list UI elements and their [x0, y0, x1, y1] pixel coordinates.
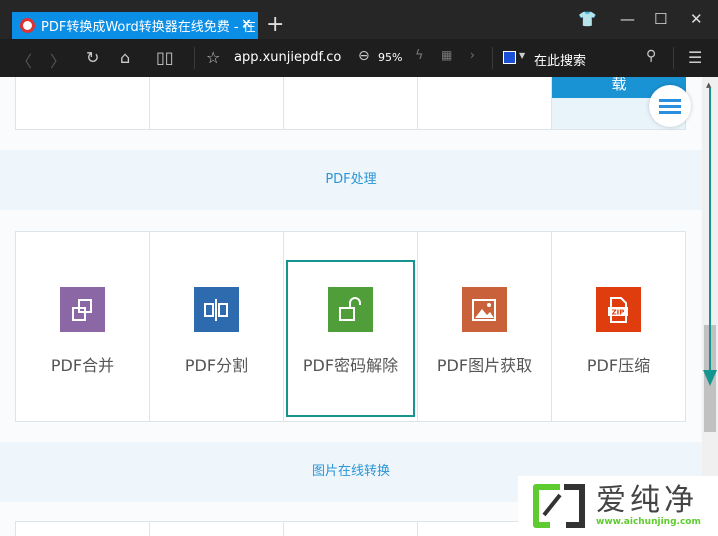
- tool-pdf-split[interactable]: PDF分割: [150, 232, 284, 421]
- tool-cell[interactable]: [16, 522, 150, 536]
- nav-toolbar: 〈 〉 ↻ ⌂ ▯▯ ☆ app.xunjiepdf.co ⊖ 95% ϟ ▦ …: [0, 39, 718, 77]
- section-title-pdf: PDF处理: [0, 150, 702, 210]
- back-icon[interactable]: 〈: [16, 48, 32, 72]
- zoom-icon[interactable]: ⊖: [358, 48, 370, 64]
- tool-cell[interactable]: [150, 77, 284, 129]
- lightning-icon[interactable]: ϟ: [415, 48, 424, 63]
- maximize-button[interactable]: ☐: [654, 10, 667, 28]
- baidu-icon[interactable]: [503, 51, 516, 64]
- page-content: 载 PDF处理 PDF合并 PDF分割 PDF密码解除 PDF图片获取 ZIP …: [0, 77, 702, 536]
- new-tab-button[interactable]: +: [266, 12, 284, 37]
- skin-icon[interactable]: 👕: [578, 10, 597, 28]
- merge-icon: [59, 287, 105, 332]
- tool-cell[interactable]: [284, 522, 418, 536]
- reader-icon[interactable]: ▯▯: [156, 48, 174, 67]
- star-icon[interactable]: ☆: [206, 48, 220, 67]
- zip-icon: ZIP: [595, 287, 641, 332]
- tool-label: PDF分割: [184, 356, 249, 375]
- zoom-level[interactable]: 95%: [378, 51, 402, 64]
- search-icon[interactable]: ⚲: [646, 48, 656, 64]
- tool-pdf-compress[interactable]: ZIP PDF压缩: [552, 232, 685, 421]
- tool-label: PDF合并: [50, 356, 115, 375]
- tool-pdf-image-extract[interactable]: PDF图片获取: [418, 232, 552, 421]
- forward-icon[interactable]: 〉: [50, 48, 66, 72]
- dropdown-icon[interactable]: ▼: [519, 51, 525, 60]
- home-icon[interactable]: ⌂: [120, 48, 130, 67]
- menu-icon[interactable]: ☰: [688, 48, 702, 67]
- tool-cell[interactable]: [418, 77, 552, 129]
- tool-label: PDF压缩: [586, 356, 651, 375]
- qrcode-icon[interactable]: ▦: [441, 48, 452, 62]
- svg-text:ZIP: ZIP: [612, 308, 625, 316]
- tab-bar: PDF转换成Word转换器在线免费 - 在 ✕ + 👕 — ☐ ✕: [0, 0, 718, 39]
- image-icon: [461, 287, 507, 332]
- tool-cell[interactable]: [16, 77, 150, 129]
- chevron-right-icon[interactable]: ›: [470, 48, 475, 62]
- minimize-button[interactable]: —: [620, 10, 635, 28]
- split-icon: [193, 287, 239, 332]
- close-tab-icon[interactable]: ✕: [241, 17, 252, 32]
- search-input[interactable]: 在此搜索: [534, 50, 586, 69]
- close-window-button[interactable]: ✕: [690, 10, 703, 28]
- address-bar[interactable]: app.xunjiepdf.co: [234, 50, 341, 65]
- annotation-arrow-icon: [703, 88, 717, 386]
- selected-tool-highlight: [286, 260, 415, 417]
- tab-title: PDF转换成Word转换器在线免费 - 在: [41, 20, 256, 35]
- favicon-icon: [20, 18, 35, 33]
- browser-tab[interactable]: PDF转换成Word转换器在线免费 - 在 ✕: [12, 12, 258, 39]
- tool-cell[interactable]: [150, 522, 284, 536]
- tool-label: PDF图片获取: [436, 356, 533, 375]
- tool-cell[interactable]: [284, 77, 418, 129]
- reload-icon[interactable]: ↻: [86, 48, 99, 67]
- menu-fab-button[interactable]: [649, 85, 691, 127]
- watermark-logo: 爱纯净 www.aichunjing.com: [518, 476, 718, 536]
- tool-pdf-merge[interactable]: PDF合并: [16, 232, 150, 421]
